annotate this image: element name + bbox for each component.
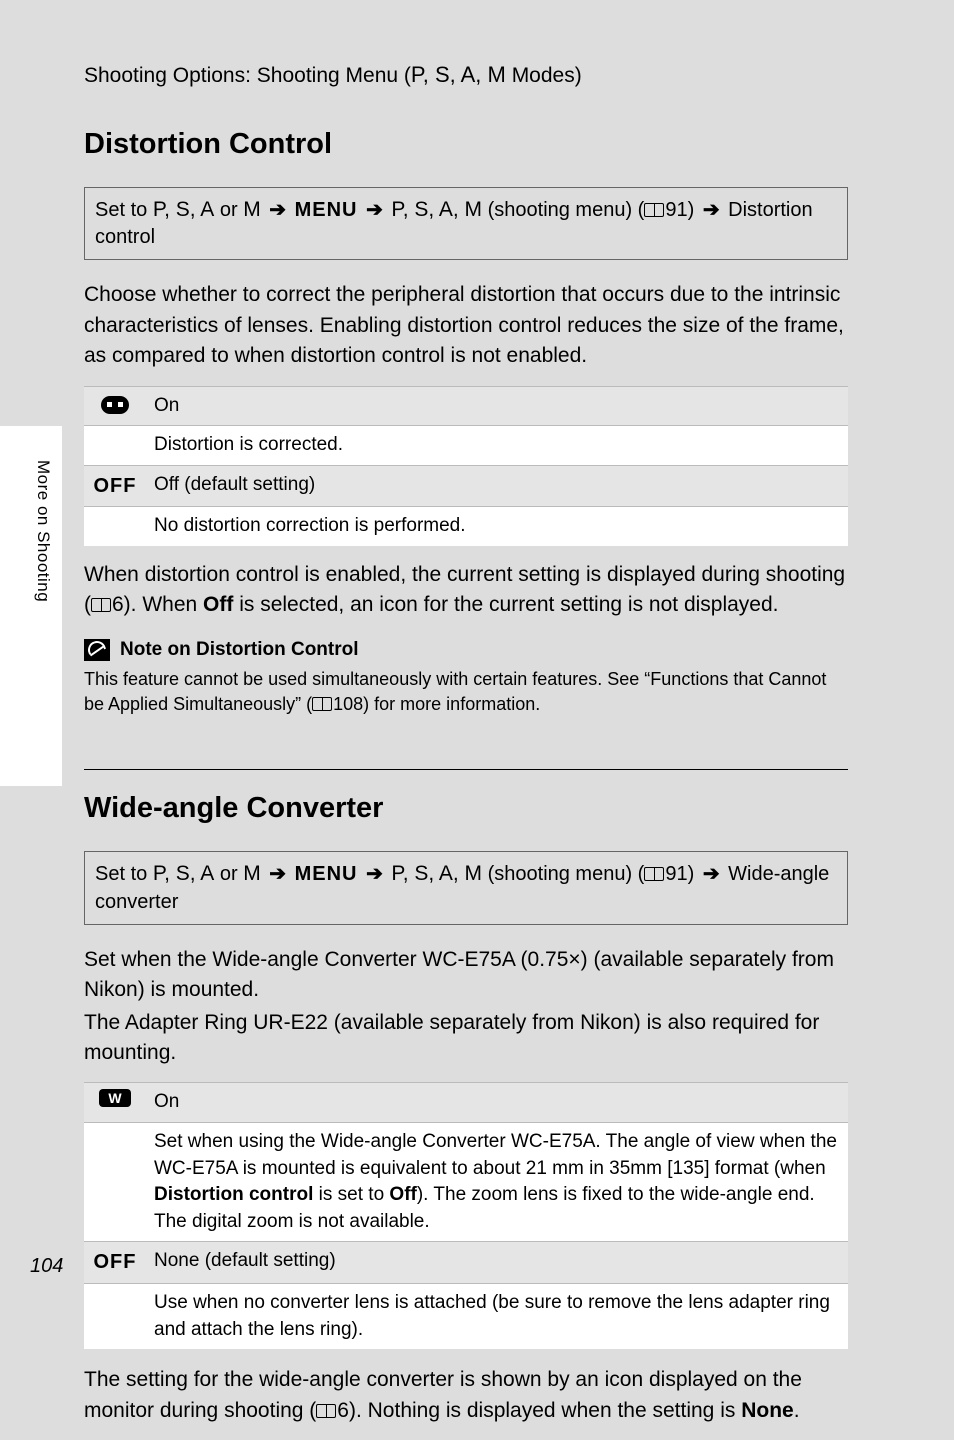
- page-content: Shooting Options: Shooting Menu (P, S, A…: [84, 62, 954, 1440]
- nav-text: Set to: [95, 863, 153, 885]
- off-icon: OFF: [94, 1251, 137, 1273]
- nav-mode-m: M: [243, 198, 261, 221]
- table-row: OFF None (default setting): [84, 1242, 848, 1284]
- text-run: .: [794, 1399, 800, 1422]
- book-icon: [644, 203, 664, 217]
- page-ref: 108) for more information.: [333, 694, 540, 714]
- bold-term: Distortion control: [154, 1184, 313, 1205]
- table-row: Set when using the Wide-angle Converter …: [84, 1122, 848, 1241]
- page-ref: 91): [665, 863, 699, 885]
- off-icon: OFF: [94, 475, 137, 497]
- arrow-icon: ➔: [703, 199, 720, 221]
- option-desc: Distortion is corrected.: [146, 426, 848, 466]
- page-ref: 6). When: [112, 593, 203, 616]
- option-label: Off (default setting): [146, 465, 848, 507]
- option-label: On: [146, 1083, 848, 1123]
- book-icon: [644, 867, 664, 881]
- wide-converter-icon: W: [99, 1089, 131, 1107]
- menu-label: MENU: [295, 863, 358, 885]
- text-run: is set to: [313, 1184, 389, 1205]
- page-ref: 6). Nothing is displayed when the settin…: [337, 1399, 741, 1422]
- options-table-wideangle: W On Set when using the Wide-angle Conve…: [84, 1082, 848, 1349]
- nav-modes: P, S, A: [153, 862, 215, 885]
- intro-text-distortion: Choose whether to correct the peripheral…: [84, 280, 848, 371]
- arrow-icon: ➔: [366, 863, 383, 885]
- bold-none: None: [741, 1399, 794, 1422]
- option-label: On: [146, 386, 848, 426]
- text-run: is selected, an icon for the current set…: [233, 593, 778, 616]
- distortion-on-icon: [101, 396, 129, 414]
- note-title: Note on Distortion Control: [120, 639, 359, 661]
- options-table-distortion: On Distortion is corrected. OFF Off (def…: [84, 386, 848, 546]
- option-label: None (default setting): [146, 1242, 848, 1284]
- bold-off: Off: [389, 1184, 416, 1205]
- arrow-icon: ➔: [366, 199, 383, 221]
- bold-off: Off: [203, 593, 233, 616]
- nav-text: or: [214, 863, 243, 885]
- chapter-modes: P, S, A, M: [411, 62, 506, 87]
- table-row: No distortion correction is performed.: [84, 507, 848, 546]
- option-desc: Use when no converter lens is attached (…: [146, 1283, 848, 1349]
- nav-path-wideangle: Set to P, S, A or M ➔ MENU ➔ P, S, A, M …: [84, 851, 848, 924]
- table-row: Distortion is corrected.: [84, 426, 848, 466]
- nav-modes: P, S, A, M: [391, 198, 482, 221]
- nav-text: (shooting menu) (: [482, 199, 644, 221]
- book-icon: [316, 1404, 336, 1418]
- chapter-suffix: Modes): [506, 64, 582, 87]
- nav-text: (shooting menu) (: [482, 863, 644, 885]
- after-text-distortion: When distortion control is enabled, the …: [84, 560, 848, 621]
- chapter-header: Shooting Options: Shooting Menu (P, S, A…: [84, 62, 954, 88]
- book-icon: [91, 598, 111, 612]
- nav-mode-m: M: [243, 862, 261, 885]
- table-row: OFF Off (default setting): [84, 465, 848, 507]
- svg-text:W: W: [108, 1090, 122, 1106]
- book-icon: [312, 697, 332, 711]
- table-row: W On: [84, 1083, 848, 1123]
- nav-modes: P, S, A: [153, 198, 215, 221]
- after-text-wideangle: The setting for the wide-angle converter…: [84, 1365, 848, 1426]
- note-text: This feature cannot be used simultaneous…: [84, 667, 848, 717]
- nav-text: or: [214, 199, 243, 221]
- arrow-icon: ➔: [703, 863, 720, 885]
- nav-path-distortion: Set to P, S, A or M ➔ MENU ➔ P, S, A, M …: [84, 187, 848, 260]
- nav-text: Set to: [95, 199, 153, 221]
- section-divider: [84, 769, 848, 770]
- option-desc: Set when using the Wide-angle Converter …: [146, 1122, 848, 1241]
- note-block-distortion: Note on Distortion Control This feature …: [84, 639, 848, 717]
- arrow-icon: ➔: [269, 199, 286, 221]
- text-run: Set when using the Wide-angle Converter …: [154, 1131, 837, 1179]
- option-desc: No distortion correction is performed.: [146, 507, 848, 546]
- chapter-prefix: Shooting Options: Shooting Menu (: [84, 64, 411, 87]
- nav-modes: P, S, A, M: [391, 862, 482, 885]
- section-title-distortion: Distortion Control: [84, 128, 954, 161]
- section-title-wideangle: Wide-angle Converter: [84, 792, 954, 825]
- intro-text-wideangle-1: Set when the Wide-angle Converter WC-E75…: [84, 945, 848, 1006]
- table-row: Use when no converter lens is attached (…: [84, 1283, 848, 1349]
- page-ref: 91): [665, 199, 699, 221]
- manual-page: More on Shooting Shooting Options: Shoot…: [0, 0, 954, 1314]
- note-icon: [84, 639, 110, 661]
- page-number: 104: [30, 1255, 63, 1278]
- menu-label: MENU: [295, 199, 358, 221]
- intro-text-wideangle-2: The Adapter Ring UR-E22 (available separ…: [84, 1008, 848, 1069]
- side-tab-label: More on Shooting: [33, 460, 53, 602]
- arrow-icon: ➔: [269, 863, 286, 885]
- table-row: On: [84, 386, 848, 426]
